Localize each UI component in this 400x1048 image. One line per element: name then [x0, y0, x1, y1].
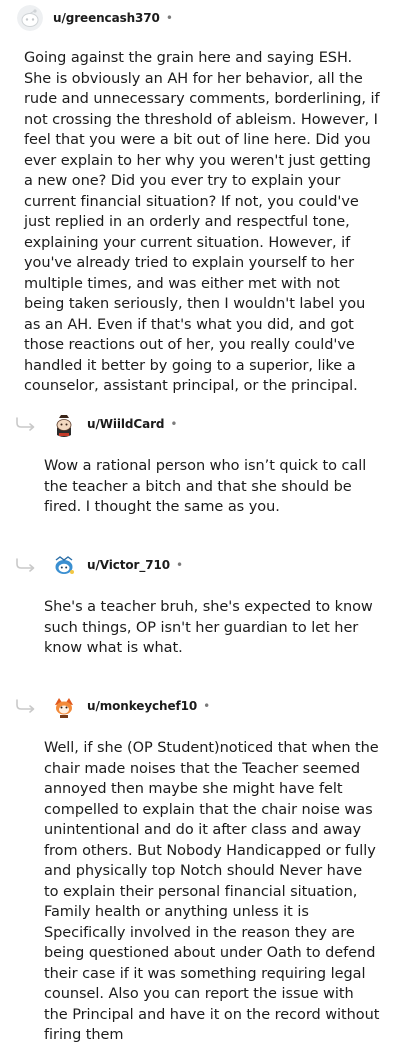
reply-arrow-icon — [15, 557, 39, 573]
meta-separator: • — [165, 11, 173, 25]
comment-username[interactable]: u/WiildCard — [87, 417, 165, 431]
comment-username[interactable]: u/monkeychef10 — [87, 699, 197, 713]
reply-comment-item: u/WiildCard • Wow a rational person who … — [0, 410, 400, 518]
comment-body: She's a teacher bruh, she's expected to … — [44, 599, 373, 656]
comment-body: Well, if she (OP Student)noticed that wh… — [44, 740, 380, 1043]
avatar-icon[interactable] — [51, 552, 77, 578]
comment-header: u/WiildCard • — [0, 410, 400, 438]
comment-username[interactable]: u/greencash370 — [53, 11, 160, 25]
reply-arrow-icon — [15, 416, 39, 432]
reply-comment-item: u/monkeychef10 • Well, if she (OP Studen… — [0, 692, 400, 1046]
comment-header: u/monkeychef10 • — [0, 692, 400, 720]
meta-separator: • — [170, 417, 178, 431]
comment-item: u/greencash370 • Going against the grain… — [0, 4, 400, 397]
comment-username[interactable]: u/Victor_710 — [87, 558, 170, 572]
meta-separator: • — [203, 699, 211, 713]
comment-header: u/greencash370 • — [0, 4, 400, 32]
avatar-icon[interactable] — [51, 411, 77, 437]
comment-body: Going against the grain here and saying … — [24, 50, 380, 394]
reply-comment-item: u/Victor_710 • She's a teacher bruh, she… — [0, 551, 400, 659]
reply-arrow-icon — [15, 698, 39, 714]
comment-header: u/Victor_710 • — [0, 551, 400, 579]
comment-body: Wow a rational person who isn’t quick to… — [44, 458, 367, 515]
avatar-icon[interactable] — [17, 5, 43, 31]
meta-separator: • — [175, 558, 184, 572]
avatar-icon[interactable] — [51, 693, 77, 719]
